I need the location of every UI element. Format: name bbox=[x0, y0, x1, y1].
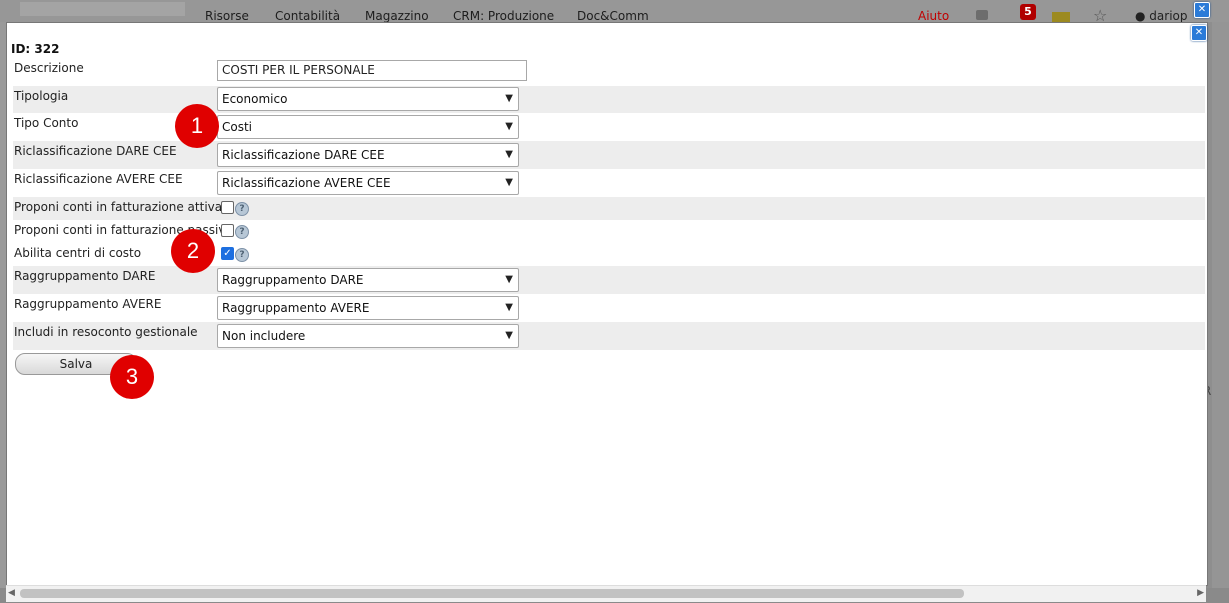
label-tipologia: Tipologia bbox=[14, 89, 69, 103]
label-ricl-dare: Riclassificazione DARE CEE bbox=[14, 144, 177, 158]
label-resoconto: Includi in resoconto gestionale bbox=[14, 325, 198, 339]
annotation-marker-1: 1 bbox=[175, 104, 219, 148]
nav-crm-produzione[interactable]: CRM: Produzione bbox=[453, 9, 554, 23]
user-name: dariop bbox=[1149, 9, 1188, 23]
nav-help-link[interactable]: Aiuto bbox=[918, 9, 949, 23]
ricl-dare-select[interactable]: Riclassificazione DARE CEE ▼ bbox=[217, 143, 519, 167]
scrollbar-thumb[interactable] bbox=[20, 589, 964, 598]
close-icon[interactable]: ✕ bbox=[1194, 2, 1210, 18]
help-icon[interactable]: ? bbox=[235, 225, 249, 239]
label-descrizione: Descrizione bbox=[14, 61, 84, 75]
ricl-avere-select[interactable]: Riclassificazione AVERE CEE ▼ bbox=[217, 171, 519, 195]
user-menu[interactable]: ● dariop bbox=[1135, 9, 1188, 23]
tipo-conto-select[interactable]: Costi ▼ bbox=[217, 115, 519, 139]
record-id: ID: 322 bbox=[11, 42, 60, 56]
notification-badge[interactable]: 5 bbox=[1020, 4, 1036, 20]
scroll-left-icon[interactable]: ◀ bbox=[8, 588, 15, 598]
annotation-marker-2: 2 bbox=[171, 229, 215, 273]
resoconto-select[interactable]: Non includere ▼ bbox=[217, 324, 519, 348]
annotation-marker-3: 3 bbox=[110, 355, 154, 399]
descrizione-input[interactable]: COSTI PER IL PERSONALE bbox=[217, 60, 527, 81]
row-raggr-avere: Raggruppamento AVERE Raggruppamento AVER… bbox=[13, 294, 1205, 322]
chevron-down-icon: ▼ bbox=[505, 149, 513, 160]
dialog-close-icon[interactable]: ✕ bbox=[1191, 25, 1207, 41]
help-icon[interactable]: ? bbox=[235, 202, 249, 216]
raggr-dare-select[interactable]: Raggruppamento DARE ▼ bbox=[217, 268, 519, 292]
chevron-down-icon: ▼ bbox=[505, 302, 513, 313]
chevron-down-icon: ▼ bbox=[505, 93, 513, 104]
row-ricl-avere: Riclassificazione AVERE CEE Riclassifica… bbox=[13, 169, 1205, 197]
tipologia-value: Economico bbox=[222, 92, 288, 106]
help-icon[interactable]: ? bbox=[235, 248, 249, 262]
ricl-avere-value: Riclassificazione AVERE CEE bbox=[222, 176, 391, 190]
clipboard-icon[interactable] bbox=[976, 10, 988, 20]
horizontal-scrollbar[interactable]: ◀ ▶ bbox=[6, 585, 1206, 602]
mail-icon[interactable] bbox=[1052, 12, 1070, 22]
resoconto-value: Non includere bbox=[222, 329, 306, 343]
tipologia-select[interactable]: Economico ▼ bbox=[217, 87, 519, 111]
scroll-right-icon[interactable]: ▶ bbox=[1197, 588, 1204, 598]
row-proponi-attiva: Proponi conti in fatturazione attiva ? bbox=[13, 197, 1205, 220]
nav-risorse[interactable]: Risorse bbox=[205, 9, 249, 23]
proponi-attiva-checkbox[interactable] bbox=[221, 201, 234, 214]
label-proponi-attiva: Proponi conti in fatturazione attiva bbox=[14, 200, 223, 214]
nav-contabilita[interactable]: Contabilità bbox=[275, 9, 340, 23]
background-logo-area bbox=[20, 2, 185, 16]
label-raggr-avere: Raggruppamento AVERE bbox=[14, 297, 162, 311]
label-ricl-avere: Riclassificazione AVERE CEE bbox=[14, 172, 183, 186]
nav-magazzino[interactable]: Magazzino bbox=[365, 9, 429, 23]
ricl-dare-value: Riclassificazione DARE CEE bbox=[222, 148, 385, 162]
label-raggr-dare: Raggruppamento DARE bbox=[14, 269, 156, 283]
raggr-dare-value: Raggruppamento DARE bbox=[222, 273, 364, 287]
label-tipo-conto: Tipo Conto bbox=[14, 116, 79, 130]
chevron-down-icon: ▼ bbox=[505, 330, 513, 341]
background-right-edge bbox=[1212, 22, 1229, 603]
chevron-down-icon: ▼ bbox=[505, 177, 513, 188]
raggr-avere-value: Raggruppamento AVERE bbox=[222, 301, 370, 315]
row-descrizione: Descrizione COSTI PER IL PERSONALE bbox=[13, 58, 1205, 86]
tipo-conto-value: Costi bbox=[222, 120, 253, 134]
raggr-avere-select[interactable]: Raggruppamento AVERE ▼ bbox=[217, 296, 519, 320]
row-resoconto: Includi in resoconto gestionale Non incl… bbox=[13, 322, 1205, 350]
label-centri-costo: Abilita centri di costo bbox=[14, 246, 142, 260]
proponi-passiva-checkbox[interactable] bbox=[221, 224, 234, 237]
nav-doc-comm[interactable]: Doc&Comm bbox=[577, 9, 649, 23]
centri-costo-checkbox[interactable]: ✓ bbox=[221, 247, 234, 260]
chevron-down-icon: ▼ bbox=[505, 274, 513, 285]
chevron-down-icon: ▼ bbox=[505, 121, 513, 132]
